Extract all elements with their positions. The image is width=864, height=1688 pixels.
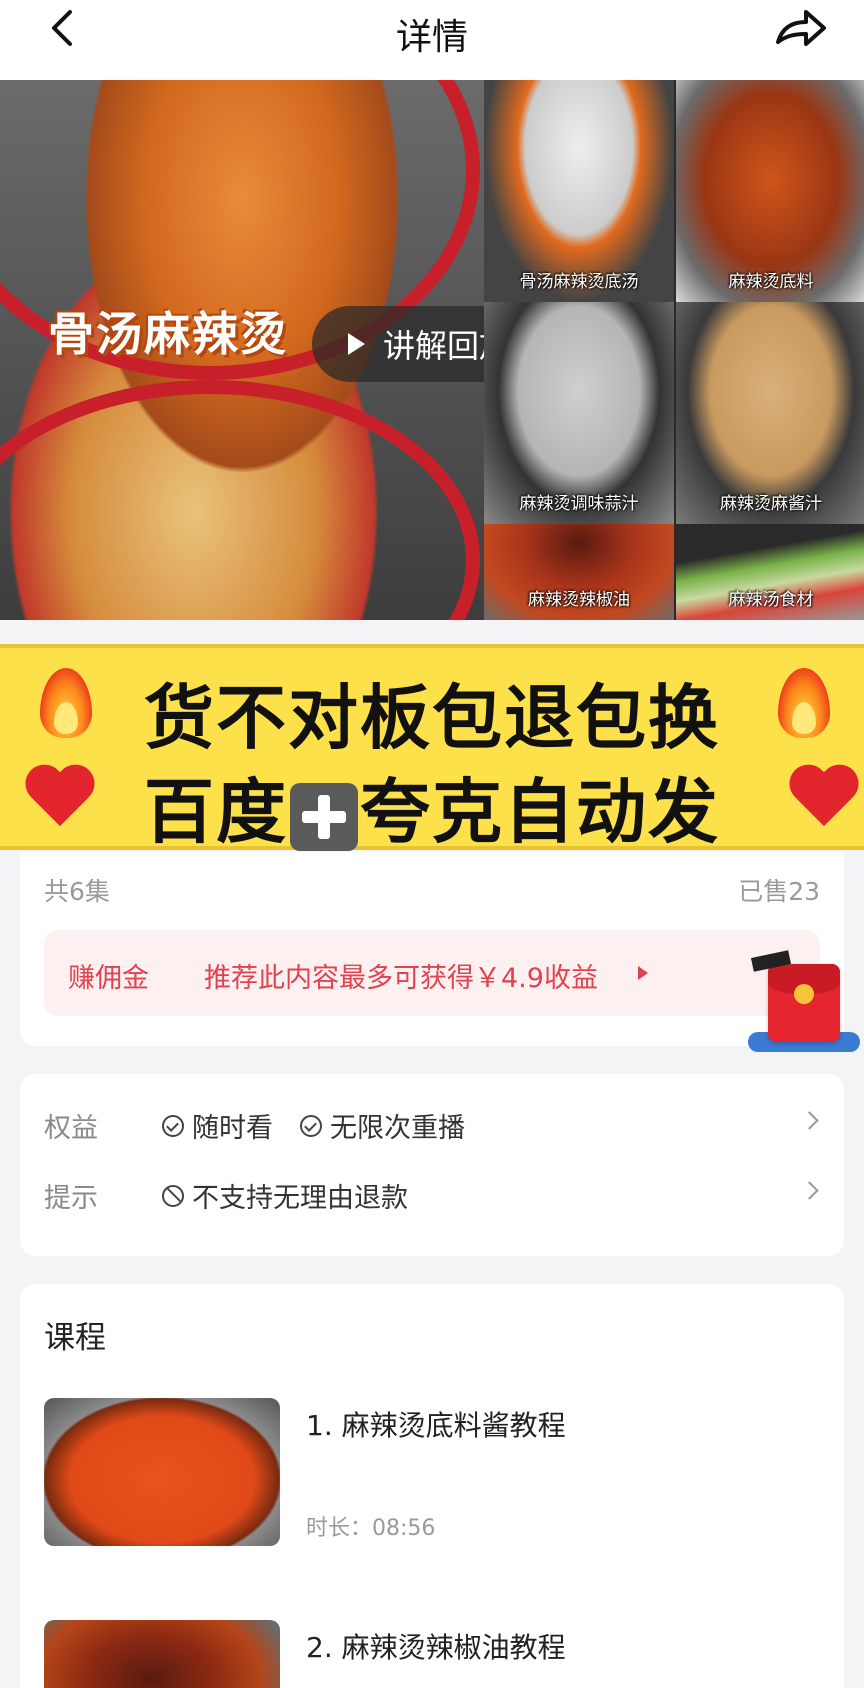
lesson-thumbnail [44,1620,280,1688]
bowl-rim-bottom [0,380,480,620]
benefit-tag: 无限次重播 [300,1106,465,1145]
share-button[interactable] [772,6,828,50]
check-circle-icon [162,1114,184,1137]
top-nav-bar: 详情 [0,0,864,80]
tile-caption: 麻辣汤食材 [728,590,814,610]
commission-label: 赚佣金 [68,963,149,994]
chevron-right-icon [800,1111,819,1130]
tip-tag: 不支持无理由退款 [162,1176,408,1215]
summary-card: 共6集 已售23 赚佣金 推荐此内容最多可获得￥4.9收益 [20,852,844,1046]
tips-key: 提示 [44,1183,98,1214]
hero-dish-label: 骨汤麻辣烫 [48,307,288,361]
benefit-tag: 随时看 [162,1106,273,1145]
benefits-card: 权益 随时看 无限次重播 提示 不支持无理由退款 [20,1074,844,1256]
chevron-right-icon [800,1181,819,1200]
heart-icon [790,766,862,830]
sold-count: 已售23 [738,877,820,906]
lesson-item[interactable]: 1. 麻辣烫底料酱教程 时长：08:56 [44,1398,820,1548]
fire-icon [772,662,836,742]
triangle-right-icon [638,966,648,980]
promo-banner: 货不对板包退包换 百度 夸克自动发 [0,644,864,853]
benefits-key: 权益 [44,1113,98,1144]
tile-broth: 骨汤麻辣烫底汤 [484,80,674,302]
episode-count: 共6集 [44,877,110,906]
course-card: 课程 1. 麻辣烫底料酱教程 时长：08:56 2. 麻辣烫辣椒油教程 [20,1284,844,1688]
commission-description: 推荐此内容最多可获得￥4.9收益 [204,963,598,994]
play-icon [348,333,365,355]
tile-base: 麻辣烫底料 [676,80,864,302]
tile-caption: 麻辣烫底料 [728,272,814,292]
red-packet-icon [794,984,814,1004]
promo-line-2-part-a: 百度 [144,771,288,853]
promo-line-2-part-b: 夸克自动发 [360,771,720,853]
tile-caption: 麻辣烫调味蒜汁 [519,494,639,514]
lesson-duration: 时长：08:56 [306,1516,436,1541]
page-title: 详情 [395,17,468,58]
lesson-item[interactable]: 2. 麻辣烫辣椒油教程 [44,1620,820,1688]
tile-caption: 麻辣烫麻酱汁 [720,494,822,514]
lesson-title: 1. 麻辣烫底料酱教程 [306,1409,566,1442]
ban-icon [162,1184,184,1207]
tile-ingredients: 麻辣汤食材 [676,524,864,620]
promo-line-1: 货不对板包退包换 [144,677,720,759]
red-packet-button[interactable] [748,950,860,1058]
tile-caption: 麻辣烫辣椒油 [528,590,630,610]
tips-row[interactable]: 提示 不支持无理由退款 [44,1174,820,1214]
hero-image[interactable]: 骨汤麻辣烫 讲解回放 骨汤麻辣烫底汤 麻辣烫底料 麻辣烫调味蒜汁 麻辣烫麻酱汁 … [0,80,864,620]
tile-garlic-sauce: 麻辣烫调味蒜汁 [484,302,674,524]
promo-line-2: 百度 夸克自动发 [0,756,864,857]
course-section-title: 课程 [44,1320,106,1356]
lesson-title: 2. 麻辣烫辣椒油教程 [306,1631,566,1664]
tile-sesame-sauce: 麻辣烫麻酱汁 [676,302,864,524]
benefits-row[interactable]: 权益 随时看 无限次重播 [44,1104,820,1144]
share-arrow-icon [776,10,826,46]
lesson-thumbnail [44,1398,280,1546]
tile-caption: 骨汤麻辣烫底汤 [519,272,639,292]
check-circle-icon [300,1114,322,1137]
plus-icon [290,782,358,851]
commission-banner[interactable]: 赚佣金 推荐此内容最多可获得￥4.9收益 [44,930,820,1016]
tile-chili-oil: 麻辣烫辣椒油 [484,524,674,620]
